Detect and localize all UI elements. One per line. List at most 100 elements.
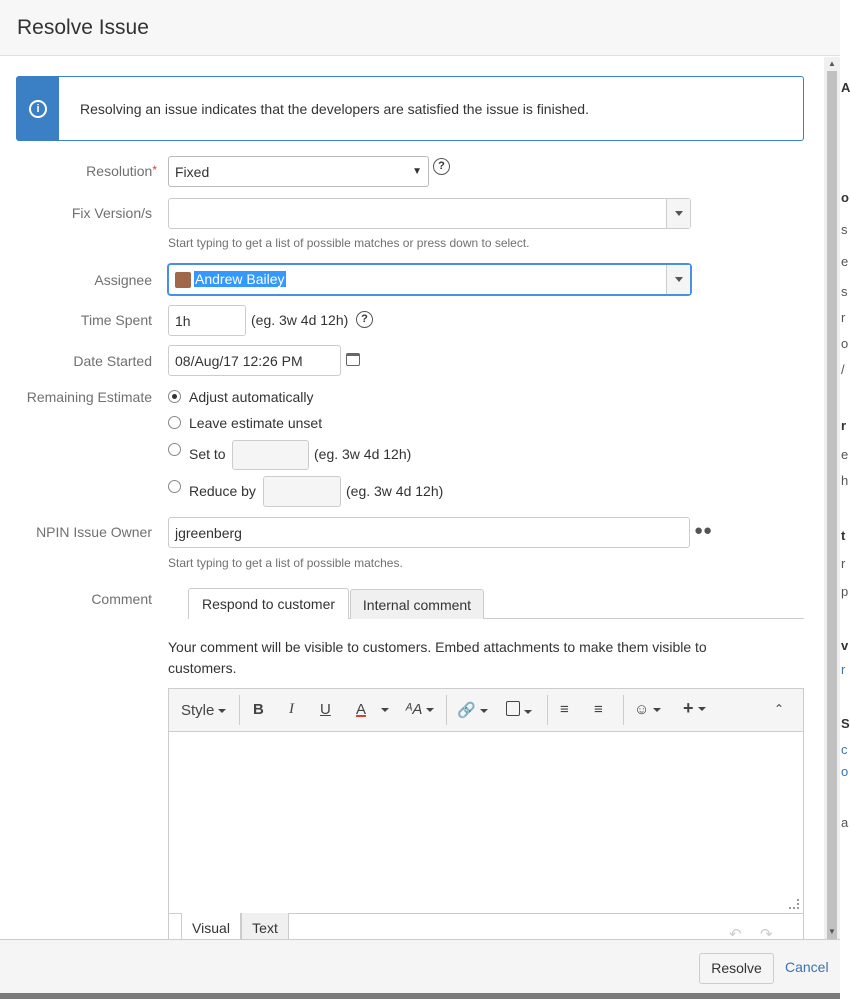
resolve-issue-dialog: Resolve Issue i Resolving an issue indic…: [0, 0, 840, 993]
emoji-button[interactable]: ☺: [634, 701, 662, 718]
time-spent-value: 1h: [175, 313, 191, 329]
cancel-link[interactable]: Cancel: [785, 959, 829, 975]
insert-more-button[interactable]: +: [683, 698, 706, 719]
radio-adjust-automatically[interactable]: [168, 390, 181, 403]
toolbar-divider: [623, 695, 624, 725]
background-text: S: [841, 716, 850, 731]
dialog-footer: Resolve Cancel: [0, 939, 840, 993]
calendar-icon[interactable]: [346, 353, 360, 366]
toolbar-divider: [547, 695, 548, 725]
style-dropdown[interactable]: Style: [181, 702, 227, 719]
scroll-up-icon[interactable]: ▲: [828, 59, 836, 68]
editor-text-area[interactable]: [169, 733, 803, 913]
remaining-estimate-label: Remaining Estimate: [26, 389, 152, 405]
dialog-header: Resolve Issue: [0, 0, 840, 56]
required-marker: *: [152, 163, 157, 177]
bullet-list-button[interactable]: ≡: [560, 701, 569, 718]
dialog-title: Resolve Issue: [17, 16, 149, 39]
reduce-by-example: (eg. 3w 4d 12h): [346, 483, 444, 499]
comment-editor: Style B I U A ᴬA 🔗 ≡ ≡ ☺ + ⌃ Visual Text…: [168, 688, 804, 949]
numbered-list-icon: ≡: [594, 701, 603, 718]
background-text: /: [841, 362, 845, 377]
assignee-dropdown-button[interactable]: [666, 265, 690, 294]
background-text: r: [841, 310, 846, 325]
attachment-button[interactable]: [506, 701, 532, 720]
background-text: A: [841, 80, 850, 95]
time-spent-help-icon[interactable]: ?: [356, 311, 373, 328]
text-format-button[interactable]: ᴬA: [405, 701, 435, 718]
date-started-input[interactable]: 08/Aug/17 12:26 PM: [168, 345, 341, 376]
background-text: r: [841, 662, 846, 677]
time-spent-input[interactable]: 1h: [168, 305, 246, 336]
comment-visibility-note: Your comment will be visible to customer…: [168, 639, 707, 676]
date-started-value: 08/Aug/17 12:26 PM: [175, 353, 303, 369]
bold-button[interactable]: B: [253, 701, 264, 718]
toolbar-divider: [239, 695, 240, 725]
resolution-select[interactable]: Fixed ▼: [168, 156, 429, 187]
text-color-button[interactable]: A: [356, 701, 366, 718]
option-reduce-by-label: Reduce by: [189, 483, 256, 499]
numbered-list-button[interactable]: ≡: [594, 701, 603, 718]
resize-handle-icon[interactable]: [789, 899, 799, 909]
resolve-button[interactable]: Resolve: [699, 953, 774, 984]
underline-button[interactable]: U: [320, 701, 331, 718]
background-text: t: [841, 528, 846, 543]
radio-reduce-by[interactable]: [168, 480, 181, 493]
time-spent-example: (eg. 3w 4d 12h): [251, 312, 349, 328]
npin-owner-label: NPIN Issue Owner: [36, 524, 152, 540]
fix-version-dropdown-button[interactable]: [666, 199, 690, 228]
chevron-down-icon: [524, 710, 532, 715]
radio-leave-unset[interactable]: [168, 416, 181, 429]
npin-owner-value: jgreenberg: [175, 525, 242, 541]
tab-internal-comment[interactable]: Internal comment: [350, 589, 484, 619]
scrollbar-thumb[interactable]: [827, 71, 837, 939]
background-text: s: [841, 222, 848, 237]
dialog-scrollbar[interactable]: ▲ ▼: [824, 57, 840, 940]
background-text: h: [841, 473, 849, 488]
background-text: o: [841, 336, 849, 351]
scroll-down-icon[interactable]: ▼: [828, 927, 836, 936]
chevron-up-icon: ⌃: [774, 702, 785, 716]
text-format-icon: ᴬA: [405, 701, 423, 718]
assignee-input[interactable]: Andrew Bailey: [168, 264, 691, 295]
set-to-example: (eg. 3w 4d 12h): [314, 446, 412, 462]
npin-owner-hint: Start typing to get a list of possible m…: [168, 556, 403, 570]
resolution-label-text: Resolution: [86, 163, 153, 179]
chevron-down-icon: [381, 708, 389, 713]
set-to-input[interactable]: [232, 440, 309, 470]
option-set-to-label: Set to: [189, 446, 226, 462]
assignee-value: Andrew Bailey: [194, 271, 286, 287]
tab-respond-to-customer[interactable]: Respond to customer: [188, 588, 349, 619]
info-bar: i: [17, 77, 59, 140]
reduce-by-input[interactable]: [263, 476, 341, 507]
npin-owner-input[interactable]: jgreenberg: [168, 517, 690, 548]
date-started-label: Date Started: [73, 353, 152, 369]
option-leave-unset-label: Leave estimate unset: [189, 415, 323, 431]
background-text: c: [841, 742, 848, 757]
chevron-down-icon: [426, 708, 435, 713]
plus-icon: +: [683, 698, 694, 718]
assignee-label: Assignee: [94, 272, 152, 288]
fix-version-input[interactable]: [168, 198, 691, 229]
radio-set-to[interactable]: [168, 443, 181, 456]
toolbar-divider: [446, 695, 447, 725]
background-text: r: [841, 556, 846, 571]
avatar: [175, 272, 191, 288]
option-adjust-automatically-label: Adjust automatically: [189, 389, 314, 405]
chevron-down-icon: [653, 708, 662, 713]
help-icon[interactable]: ?: [433, 158, 450, 175]
resolution-label: Resolution*: [20, 163, 157, 179]
info-text: Resolving an issue indicates that the de…: [80, 101, 589, 117]
chevron-down-icon: [697, 707, 706, 712]
user-group-icon[interactable]: ●●: [694, 522, 712, 539]
background-text: a: [841, 815, 849, 830]
link-button[interactable]: 🔗: [457, 701, 488, 719]
collapse-toolbar-button[interactable]: ⌃: [774, 702, 784, 716]
background-text: s: [841, 284, 848, 299]
italic-button[interactable]: I: [289, 701, 294, 718]
text-color-dropdown[interactable]: [377, 701, 389, 718]
info-message: i Resolving an issue indicates that the …: [16, 76, 804, 141]
link-icon: 🔗: [457, 702, 476, 719]
style-label: Style: [181, 702, 215, 719]
fix-version-label: Fix Version/s: [71, 205, 152, 221]
